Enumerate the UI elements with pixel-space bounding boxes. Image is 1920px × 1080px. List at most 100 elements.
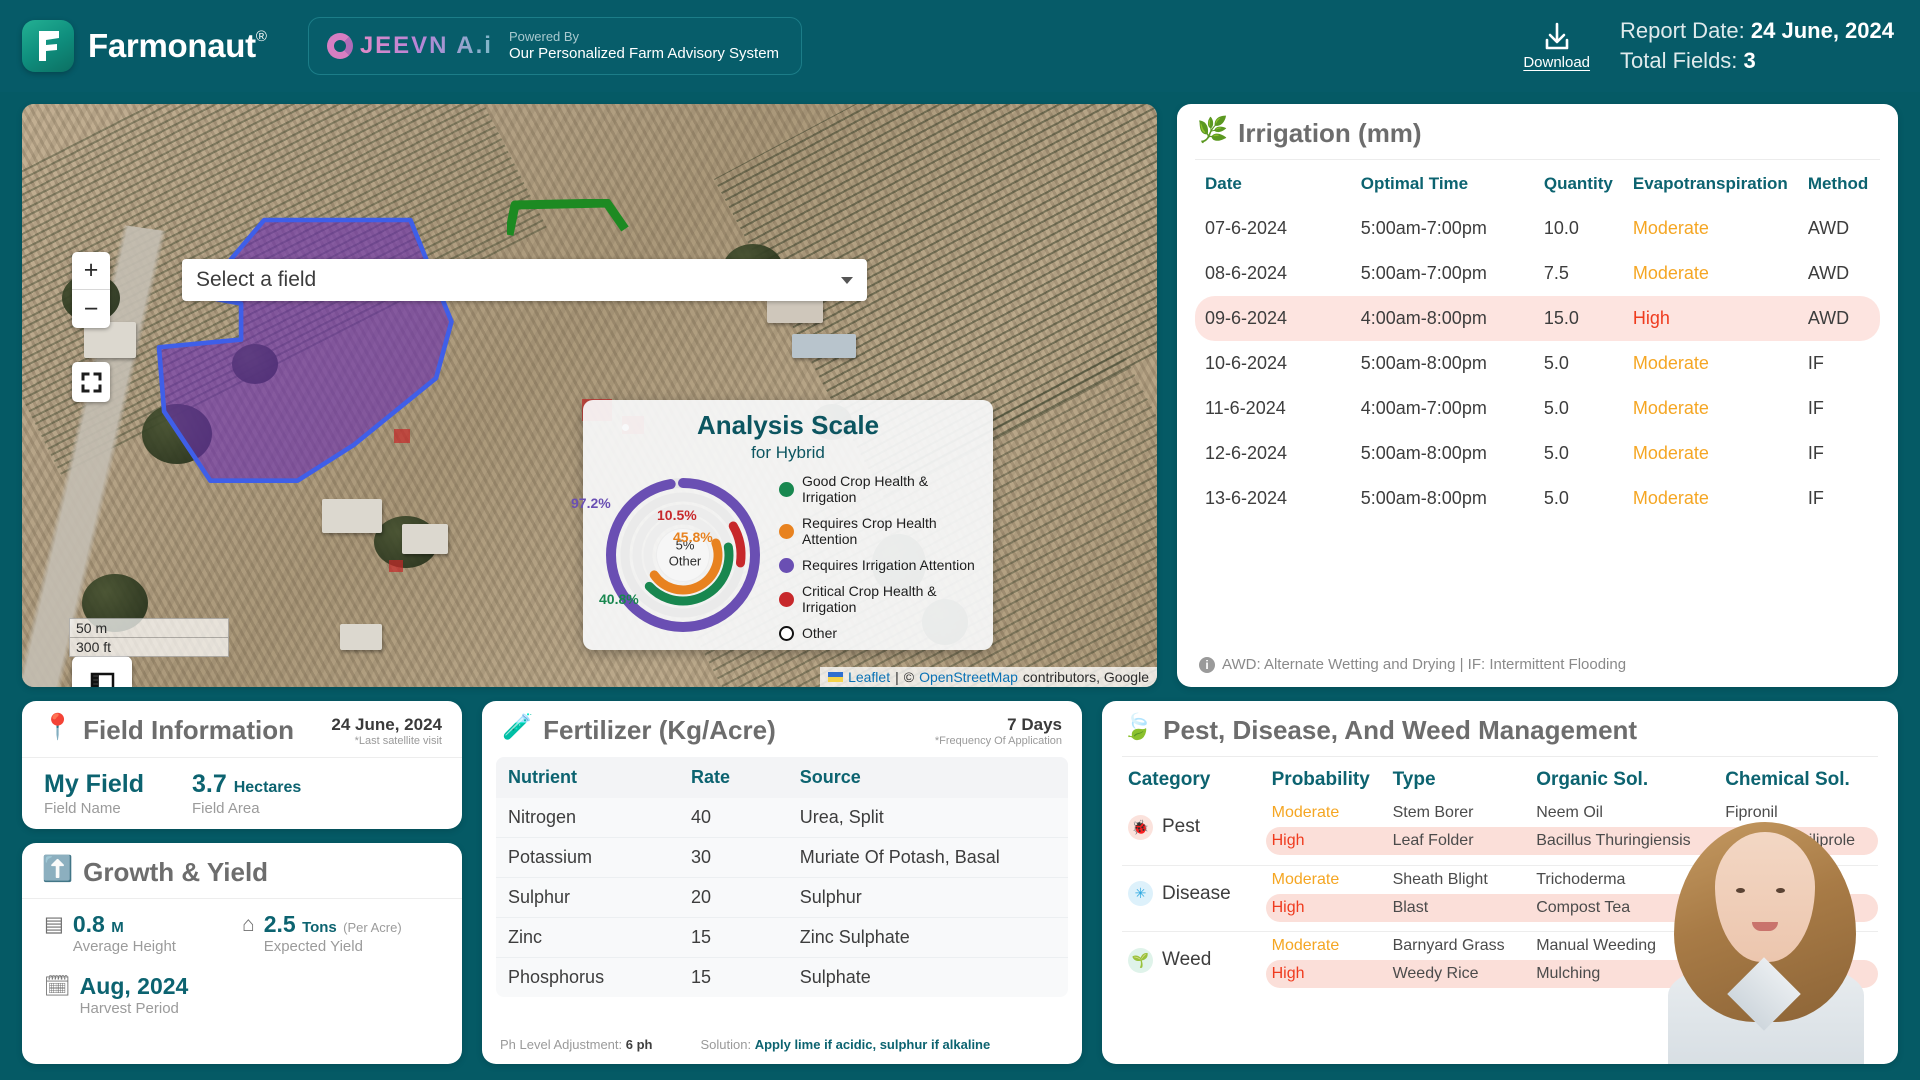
bug-icon: 🐞	[1128, 814, 1153, 840]
pest-table: Category Probability Type Organic Sol. C…	[1122, 756, 1878, 988]
dashboard-body: + − Select a field 50 m 300 ft Leaflet |…	[0, 92, 1920, 1080]
cell-evap: Moderate	[1632, 488, 1709, 508]
seedling-icon: 🌿	[1197, 116, 1229, 144]
yield-label: Expected Yield	[263, 938, 363, 955]
irrigation-footnote: i AWD: Alternate Wetting and Drying | IF…	[1177, 648, 1898, 687]
measure-tool-button[interactable]	[72, 656, 132, 687]
cell-probability: Moderate	[1271, 804, 1340, 821]
legend-item: Good Crop Health & Irrigation	[779, 473, 981, 505]
pest-header: 🍃 Pest, Disease, And Weed Management	[1102, 701, 1898, 756]
yield-icon: ⌂	[242, 913, 255, 936]
category-cell: ✳ Disease	[1122, 865, 1266, 922]
cell-chemical	[1719, 932, 1878, 961]
cell-method: IF	[1807, 443, 1824, 463]
field-area-block: 3.7 Hectares Field Area	[192, 770, 340, 817]
fullscreen-button[interactable]	[72, 362, 110, 402]
harvest-value: Aug, 2024	[79, 973, 189, 999]
fertilizer-footnote: Ph Level Adjustment: 6 ph Solution: Appl…	[482, 1029, 1082, 1064]
row-separator	[1122, 921, 1878, 932]
map-zoom-controls[interactable]: + −	[72, 252, 110, 328]
cell-type: Sheath Blight	[1392, 870, 1488, 888]
cell-nutrient: Zinc	[496, 917, 680, 958]
cell-qty: 5.0	[1543, 353, 1569, 373]
pest-disease-weed-panel: 🍃 Pest, Disease, And Weed Management Cat…	[1102, 701, 1898, 1064]
cell-organic: Compost Tea	[1530, 893, 1720, 922]
irrigation-panel: 🌿 Irrigation (mm) Date Optimal Time Quan…	[1177, 104, 1898, 687]
cell-method: IF	[1807, 488, 1824, 508]
analysis-radial-chart: 5% Other 97.2% 10.5% 45.8% 40.8%	[571, 467, 775, 639]
harvest-label: Harvest Period	[79, 1000, 179, 1017]
cell-organic: Mulching	[1530, 960, 1720, 988]
info-icon: i	[1199, 656, 1215, 673]
cell-probability: High	[1265, 827, 1387, 855]
field-area-label: Field Area	[192, 800, 260, 817]
cell-time: 5:00am-8:00pm	[1360, 488, 1487, 508]
analysis-subtitle: for Hybrid	[751, 443, 825, 462]
analysis-title: Analysis Scale	[696, 410, 880, 440]
height-label: Average Height	[72, 938, 176, 955]
col-method: Method	[1807, 174, 1869, 193]
category-cell: 🌱 Weed	[1122, 932, 1266, 989]
cell-nutrient: Sulphur	[496, 877, 680, 918]
chevron-down-icon	[841, 276, 853, 284]
cell-chemical: Fipronil	[1725, 804, 1778, 821]
trademark-symbol: ®	[255, 28, 267, 45]
map-scale-bar: 50 m 300 ft	[69, 618, 229, 657]
col-rate: Rate	[679, 757, 788, 798]
fertilizer-frequency-note: *Frequency Of Application	[934, 735, 1062, 747]
legend-item: Requires Crop Health Attention	[779, 515, 981, 547]
cell-time: 5:00am-7:00pm	[1360, 263, 1487, 283]
zoom-out-button[interactable]: −	[72, 290, 110, 328]
leaflet-link[interactable]: Leaflet	[848, 669, 890, 685]
fertilizer-table: Nutrient Rate Source Nitrogen 40 Urea, S…	[496, 757, 1068, 997]
yield-value: 2.5	[263, 911, 296, 937]
cell-source: Muriate Of Potash, Basal	[787, 837, 1068, 878]
cell-date: 07-6-2024	[1205, 218, 1288, 238]
legend-label: Requires Crop Health Attention	[802, 515, 937, 547]
download-button[interactable]: Download	[1523, 22, 1590, 71]
farmonaut-logo-icon	[22, 20, 74, 72]
zoom-in-button[interactable]: +	[72, 252, 110, 290]
cell-probability: High	[1265, 893, 1387, 922]
legend-swatch-other	[779, 625, 794, 641]
category-label: Pest	[1162, 816, 1201, 837]
table-header-row: Category Probability Type Organic Sol. C…	[1122, 757, 1878, 800]
cell-type: Blast	[1386, 893, 1531, 922]
field-area-unit: Hectares	[233, 779, 302, 796]
legend-swatch-good	[779, 481, 794, 497]
cell-date: 09-6-2024	[1195, 296, 1351, 341]
irrigation-header: 🌿 Irrigation (mm)	[1177, 104, 1898, 159]
top-row: + − Select a field 50 m 300 ft Leaflet |…	[22, 104, 1898, 687]
field-select-dropdown[interactable]: Select a field	[182, 259, 867, 301]
cell-evap: High	[1622, 296, 1798, 341]
total-fields-label: Total Fields:	[1620, 48, 1738, 73]
field-polygon	[156, 217, 454, 483]
table-header-row: Nutrient Rate Source	[496, 757, 1068, 798]
table-row: 08-6-2024 5:00am-7:00pm 7.5 Moderate AWD	[1195, 251, 1880, 296]
cell-rate: 15	[679, 957, 788, 997]
analysis-label-irrigation: 97.2%	[571, 495, 611, 511]
growth-yield-header: ⬆️ Growth & Yield	[22, 843, 462, 898]
row-separator	[1122, 855, 1878, 866]
table-row: 07-6-2024 5:00am-7:00pm 10.0 Moderate AW…	[1195, 206, 1880, 251]
jeevn-tagline: Powered By Our Personalized Farm Advisor…	[509, 29, 779, 64]
table-row: 12-6-2024 5:00am-8:00pm 5.0 Moderate IF	[1195, 431, 1880, 476]
cell-time: 5:00am-8:00pm	[1360, 353, 1487, 373]
satellite-map[interactable]: + − Select a field 50 m 300 ft Leaflet |…	[22, 104, 1157, 687]
col-nutrient: Nutrient	[496, 757, 680, 798]
powered-by-text: Our Personalized Farm Advisory System	[508, 44, 780, 62]
openstreetmap-link[interactable]: OpenStreetMap	[919, 669, 1018, 685]
table-row: Phosphorus 15 Sulphate	[496, 957, 1068, 997]
ruler-icon	[90, 672, 115, 687]
analysis-scale-card: Analysis Scale for Hybrid 5% Other 97.2%…	[571, 400, 993, 650]
table-row: Nitrogen 40 Urea, Split	[496, 798, 1068, 838]
cell-type: Weedy Rice	[1386, 960, 1531, 988]
cell-date: 08-6-2024	[1205, 263, 1288, 283]
solution-link[interactable]: Apply lime if acidic, sulphur if alkalin…	[755, 1037, 991, 1052]
cell-type: Stem Borer	[1392, 804, 1474, 821]
neighbor-field-outline	[507, 199, 629, 236]
scale-metric: 50 m	[69, 618, 229, 638]
report-date-row: Report Date: 24 June, 2024	[1620, 16, 1894, 46]
col-probability: Probability	[1271, 769, 1370, 790]
cell-organic: Manual Weeding	[1536, 937, 1656, 954]
